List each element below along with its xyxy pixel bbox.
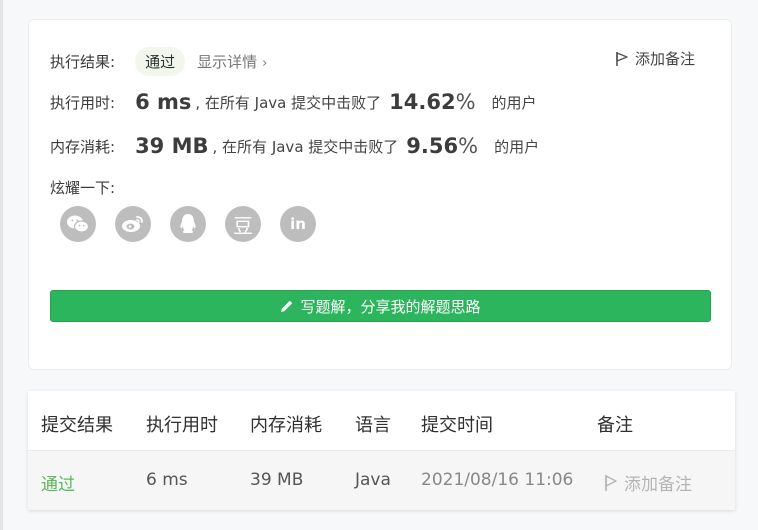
runtime-label: 执行用时:: [50, 93, 116, 112]
row-add-note-button[interactable]: 添加备注: [604, 470, 692, 495]
left-edge-divider: [0, 0, 3, 530]
add-note-button[interactable]: 添加备注: [615, 48, 695, 69]
row-submit-time: 2021/08/16 11:06: [421, 470, 574, 490]
flag-icon: [605, 474, 617, 491]
add-note-label: 添加备注: [634, 50, 695, 68]
runtime-percent: 14.62: [389, 90, 456, 114]
row-memory: 39 MB: [250, 470, 304, 490]
memory-label: 内存消耗:: [50, 137, 116, 156]
runtime-percent-sign: %: [455, 90, 476, 114]
col-header-note: 备注: [597, 415, 633, 436]
share-icons: 豆 in: [60, 206, 335, 242]
memory-percent-sign: %: [458, 134, 479, 158]
status-badge: 通过: [135, 47, 186, 76]
memory-suffix: 的用户: [494, 137, 540, 156]
runtime-suffix: 的用户: [491, 93, 537, 112]
row-language: Java: [355, 470, 391, 490]
show-details-label: 显示详情: [197, 53, 258, 71]
share-label: 炫耀一下:: [50, 179, 116, 197]
show-details-link[interactable]: 显示详情 ›: [197, 51, 267, 72]
row-add-note-label: 添加备注: [624, 475, 692, 495]
share-row: 炫耀一下:: [50, 177, 115, 198]
linkedin-glyph: in: [290, 215, 306, 233]
runtime-row: 执行用时: 6 ms , 在所有 Java 提交中击败了 14.62 % 的用户: [50, 90, 537, 114]
memory-row: 内存消耗: 39 MB , 在所有 Java 提交中击败了 9.56 % 的用户: [50, 134, 539, 158]
result-row: 执行结果: 通过 显示详情 ›: [50, 47, 267, 76]
pencil-icon: [281, 300, 293, 312]
memory-beats-text: , 在所有 Java 提交中击败了: [212, 137, 399, 156]
flag-icon: [616, 51, 628, 66]
douban-icon[interactable]: 豆: [225, 206, 261, 242]
result-label: 执行结果:: [50, 53, 116, 71]
table-row[interactable]: 通过 6 ms 39 MB Java 2021/08/16 11:06 添加备注: [28, 450, 735, 510]
col-header-language: 语言: [355, 415, 391, 436]
memory-percent: 9.56: [406, 134, 459, 158]
write-solution-button[interactable]: 写题解，分享我的解题思路: [50, 290, 711, 322]
qq-icon[interactable]: [170, 206, 206, 242]
col-header-status: 提交结果: [41, 415, 113, 436]
chevron-right-icon: ›: [262, 56, 268, 71]
write-solution-label: 写题解，分享我的解题思路: [300, 297, 481, 316]
submission-result-card: 执行结果: 通过 显示详情 › 添加备注 执行用时: 6 ms , 在所有 Jav…: [28, 19, 732, 370]
col-header-memory: 内存消耗: [250, 415, 322, 436]
linkedin-icon[interactable]: in: [280, 206, 316, 242]
wechat-icon[interactable]: [60, 206, 96, 242]
row-runtime: 6 ms: [146, 470, 188, 490]
col-header-runtime: 执行用时: [146, 415, 218, 436]
memory-value: 39 MB: [135, 134, 209, 158]
row-status-link[interactable]: 通过: [41, 470, 75, 495]
col-header-time: 提交时间: [421, 415, 493, 436]
douban-glyph: 豆: [233, 213, 253, 238]
runtime-beats-text: , 在所有 Java 提交中击败了: [195, 93, 382, 112]
submission-table: 提交结果 执行用时 内存消耗 语言 提交时间 备注 通过 6 ms 39 MB …: [28, 391, 735, 510]
weibo-icon[interactable]: [115, 206, 151, 242]
runtime-value: 6 ms: [135, 90, 192, 114]
